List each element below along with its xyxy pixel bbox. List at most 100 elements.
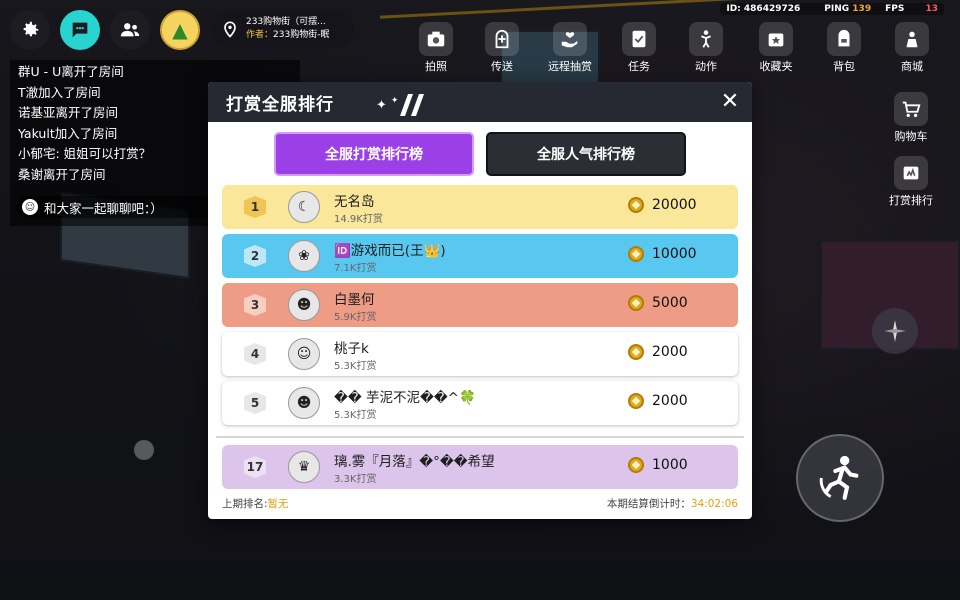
dialog-header: 打赏全服排行 ✦ ✦ ✕ (208, 82, 752, 122)
toolbar-task-label: 任务 (628, 60, 650, 73)
location-pin-icon (224, 21, 236, 38)
toolbar-action[interactable]: 动作 (681, 22, 731, 74)
coin-icon (628, 295, 644, 311)
ranking-row[interactable]: 17 ♛ 璃.雾『月落』�°��希望 3.3K打赏 1000 (222, 445, 738, 489)
dialog-title: 打赏全服排行 (226, 94, 334, 115)
player-name: 璃.雾『月落』�°��希望 (334, 454, 495, 470)
author-value: 233购物街-眠 (273, 30, 330, 40)
toolbar-backpack-label: 背包 (833, 60, 855, 73)
side-reward-rank-label: 打赏排行 (889, 194, 933, 207)
tab-reward-ranking[interactable]: 全服打赏排行榜 (274, 132, 474, 176)
settings-button[interactable] (10, 10, 50, 50)
coin-icon (628, 246, 644, 262)
avatar[interactable]: ☾ (288, 191, 320, 223)
id-value: 486429726 (743, 4, 801, 14)
reward-rank-icon (903, 166, 919, 180)
toolbar-shop-label: 商城 (901, 60, 923, 73)
teleport-icon (495, 29, 509, 49)
friends-button[interactable] (110, 10, 150, 50)
side-cart[interactable]: 购物车 (884, 92, 938, 144)
slash-decoration (411, 94, 425, 116)
reward-ranking-dialog: 打赏全服排行 ✦ ✦ ✕ 全服打赏排行榜 全服人气排行榜 1 ☾ 无名岛 14.9K打… (208, 82, 752, 519)
gear-icon (23, 21, 39, 37)
coin-amount-value: 2000 (652, 344, 688, 360)
toolbar-favorites[interactable]: 收藏夹 (751, 22, 801, 74)
network-stats: ID: 486429726 PING 139 FPS 13 (720, 3, 944, 15)
ping-value: 139 (852, 4, 872, 14)
player-name: 桃子k (334, 341, 369, 357)
toolbar-teleport-label: 传送 (491, 60, 513, 73)
ranking-list: 1 ☾ 无名岛 14.9K打赏 20000 2 ❀ 🆔游戏而已(王👑) 7.1K打赏 10000 3… (222, 185, 738, 430)
rank-badge: 2 (244, 245, 266, 267)
favorites-icon (768, 33, 784, 47)
coin-amount: 2000 (628, 393, 688, 409)
avatar[interactable]: ❀ (288, 240, 320, 272)
sprint-button[interactable] (796, 434, 884, 522)
last-rank-label: 上期排名: (222, 498, 268, 510)
ranking-row[interactable]: 5 ☻ �� 芋泥不泥��^🍀 5.3K打赏 2000 (222, 381, 738, 425)
toolbar-task[interactable]: 任务 (614, 22, 664, 74)
tab-popularity-ranking[interactable]: 全服人气排行榜 (486, 132, 686, 176)
ranking-row[interactable]: 2 ❀ 🆔游戏而已(王👑) 7.1K打赏 10000 (222, 234, 738, 278)
player-name: 白墨何 (334, 292, 375, 308)
avatar[interactable]: ☺ (288, 338, 320, 370)
toolbar-remote-draw-label: 远程抽赏 (548, 60, 592, 73)
toolbar-shop[interactable]: 商城 (887, 22, 937, 74)
ranking-row[interactable]: 4 ☺ 桃子k 5.3K打赏 2000 (222, 332, 738, 376)
location-info[interactable]: 233购物街（可摆... 作者：233购物街-眠 (212, 10, 354, 48)
coin-amount-value: 1000 (652, 457, 688, 473)
coin-amount: 10000 (628, 246, 697, 262)
rank-badge: 5 (244, 392, 266, 414)
close-button[interactable]: ✕ (718, 90, 742, 114)
player-name: �� 芋泥不泥��^🍀 (334, 390, 476, 406)
map-avatar[interactable]: ▲ (160, 10, 200, 50)
people-icon (120, 23, 140, 37)
reward-count: 14.9K打赏 (334, 214, 383, 225)
last-rank-value: 暂无 (267, 498, 289, 510)
rank-badge: 17 (244, 456, 266, 478)
fps-label: FPS (885, 4, 905, 14)
coin-icon (628, 197, 644, 213)
cart-icon (902, 101, 921, 118)
backpack-icon (838, 29, 850, 47)
fps-value: 13 (925, 4, 938, 14)
reward-count: 7.1K打赏 (334, 263, 377, 274)
gift-hand-icon (561, 32, 578, 48)
compass-icon (884, 320, 906, 342)
coin-icon (628, 457, 644, 473)
last-rank: 上期排名:暂无 (222, 496, 289, 511)
avatar[interactable]: ☻ (288, 289, 320, 321)
avatar[interactable]: ♛ (288, 451, 320, 483)
avatar[interactable]: ☻ (288, 387, 320, 419)
toolbar-teleport[interactable]: 传送 (477, 22, 527, 74)
coin-icon (628, 393, 644, 409)
title-decoration: ✦ ✦ (376, 94, 425, 116)
toolbar-camera[interactable]: 拍照 (411, 22, 461, 74)
coin-amount-value: 2000 (652, 393, 688, 409)
chat-button[interactable] (60, 10, 100, 50)
reward-count: 5.3K打赏 (334, 361, 377, 372)
dance-icon (701, 30, 711, 48)
countdown: 本期结算倒计时：34:02:06 (607, 496, 738, 511)
side-reward-rank[interactable]: 打赏排行 (884, 156, 938, 208)
shop-icon (906, 31, 918, 48)
ranking-row[interactable]: 1 ☾ 无名岛 14.9K打赏 20000 (222, 185, 738, 229)
divider (216, 436, 744, 438)
side-cart-label: 购物车 (894, 130, 928, 143)
camera-rotate-button[interactable] (872, 308, 918, 354)
toolbar-backpack[interactable]: 背包 (819, 22, 869, 74)
player-name: 🆔游戏而已(王👑) (334, 243, 446, 259)
task-icon (632, 30, 646, 48)
player-name: 无名岛 (334, 194, 375, 210)
toolbar-remote-draw[interactable]: 远程抽赏 (545, 22, 595, 74)
sparkle-icon: ✦ (390, 96, 399, 106)
my-ranking-row: 17 ♛ 璃.雾『月落』�°��希望 3.3K打赏 1000 (222, 445, 738, 494)
ranking-row[interactable]: 3 ☻ 白墨何 5.9K打赏 5000 (222, 283, 738, 327)
reward-count: 5.9K打赏 (334, 312, 377, 323)
smile-icon: ☺ (22, 199, 38, 215)
ranking-tabs: 全服打赏排行榜 全服人气排行榜 (274, 132, 686, 176)
ping-label: PING (824, 4, 850, 14)
coin-amount-value: 20000 (652, 197, 697, 213)
coin-amount: 1000 (628, 457, 688, 473)
countdown-label: 本期结算倒计时： (606, 498, 691, 510)
